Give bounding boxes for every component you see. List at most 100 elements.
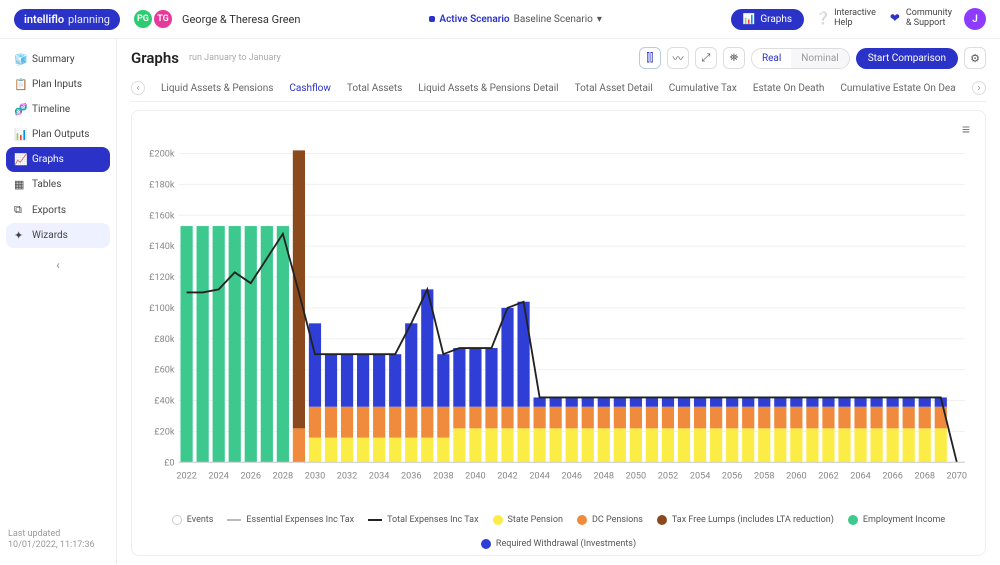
topbar: intelliflo planning PG TG George & There… bbox=[0, 0, 1000, 39]
svg-text:2046: 2046 bbox=[561, 472, 582, 482]
nav-icon: 🧊 bbox=[14, 53, 26, 66]
sidebar-item-exports[interactable]: ⧉Exports bbox=[6, 197, 110, 223]
svg-text:2032: 2032 bbox=[337, 472, 358, 482]
svg-text:2040: 2040 bbox=[465, 472, 486, 482]
svg-text:2064: 2064 bbox=[850, 472, 871, 482]
chart-legend: Events Essential Expenses Inc Tax Total … bbox=[142, 509, 975, 549]
nav-icon: ▦ bbox=[14, 178, 26, 191]
svg-text:2060: 2060 bbox=[786, 472, 807, 482]
tab-liquid-assets-pensions[interactable]: Liquid Assets & Pensions bbox=[161, 83, 273, 94]
sidebar-item-timeline[interactable]: 🧬Timeline bbox=[6, 97, 110, 122]
tab-cashflow[interactable]: Cashflow bbox=[289, 83, 331, 94]
graph-tabs: ‹ Liquid Assets & Pensions Cashflow Total … bbox=[131, 75, 986, 102]
legend-req-withdrawal[interactable]: Required Withdrawal (Investments) bbox=[481, 539, 636, 549]
nav-label: Summary bbox=[32, 54, 75, 65]
client-chip-2[interactable]: TG bbox=[154, 10, 172, 28]
tab-cumulative-estate-on-death[interactable]: Cumulative Estate On Death bbox=[840, 83, 956, 94]
sidebar-item-plan-outputs[interactable]: 📊Plan Outputs bbox=[6, 122, 110, 147]
svg-text:2042: 2042 bbox=[497, 472, 518, 482]
toggle-real[interactable]: Real bbox=[752, 49, 791, 68]
nav-icon: 🧬 bbox=[14, 103, 26, 116]
sidebar-collapse[interactable]: ‹ bbox=[6, 258, 110, 272]
heart-icon: ❤ bbox=[888, 12, 902, 26]
sidebar-item-tables[interactable]: ▦Tables bbox=[6, 172, 110, 197]
tab-total-assets[interactable]: Total Assets bbox=[347, 83, 402, 94]
svg-text:2036: 2036 bbox=[401, 472, 422, 482]
svg-text:£160k: £160k bbox=[149, 211, 175, 221]
events-swatch bbox=[172, 515, 182, 525]
employment-swatch bbox=[848, 515, 858, 525]
brand-logo[interactable]: intelliflo planning bbox=[14, 9, 120, 30]
svg-text:£180k: £180k bbox=[149, 180, 175, 190]
tab-liquid-assets-pensions-detail[interactable]: Liquid Assets & Pensions Detail bbox=[418, 83, 558, 94]
tabs-scroll-right[interactable]: › bbox=[972, 81, 986, 95]
real-nominal-toggle[interactable]: Real Nominal bbox=[751, 48, 850, 69]
svg-text:£200k: £200k bbox=[149, 150, 175, 160]
toggle-nominal[interactable]: Nominal bbox=[791, 49, 848, 68]
nav-label: Wizards bbox=[32, 230, 68, 241]
svg-text:2050: 2050 bbox=[626, 472, 647, 482]
svg-text:2062: 2062 bbox=[818, 472, 839, 482]
nav-icon: 📈 bbox=[14, 153, 26, 166]
help-icon: ❔ bbox=[816, 12, 830, 26]
svg-text:£20k: £20k bbox=[154, 427, 175, 437]
svg-text:2028: 2028 bbox=[273, 472, 294, 482]
sidebar-footer: Last updated 10/01/2022, 11:17:36 bbox=[6, 525, 110, 556]
community-label: Community & Support bbox=[906, 9, 952, 29]
tab-cumulative-tax[interactable]: Cumulative Tax bbox=[669, 83, 737, 94]
community-link[interactable]: ❤ Community & Support bbox=[888, 9, 952, 29]
sidebar-item-graphs[interactable]: 📈Graphs bbox=[6, 147, 110, 172]
legend-employment[interactable]: Employment Income bbox=[848, 515, 945, 525]
chart-type-line[interactable]: 〰 bbox=[667, 47, 689, 69]
chart-card: ≡ £0£20k£40k£60k£80k£100k£120k£140k£160k… bbox=[131, 110, 986, 556]
last-updated-label: Last updated bbox=[8, 529, 108, 541]
sidebar-item-summary[interactable]: 🧊 Summary bbox=[6, 47, 110, 72]
start-comparison-label: Start Comparison bbox=[868, 53, 946, 64]
chart-menu-icon[interactable]: ≡ bbox=[962, 121, 971, 138]
graphs-button-label: Graphs bbox=[760, 14, 792, 25]
scenario-label: Active Scenario bbox=[439, 14, 509, 25]
user-avatar[interactable]: J bbox=[964, 8, 986, 30]
legend-tax-free[interactable]: Tax Free Lumps (includes LTA reduction) bbox=[657, 515, 834, 525]
gear-icon[interactable]: ⚙ bbox=[964, 47, 986, 69]
graphs-button[interactable]: 📊 Graphs bbox=[731, 9, 804, 30]
settings-icon[interactable]: ⛯ bbox=[723, 47, 745, 69]
svg-text:2068: 2068 bbox=[914, 472, 935, 482]
interactive-help-link[interactable]: ❔ Interactive Help bbox=[816, 9, 876, 29]
legend-total-exp[interactable]: Total Expenses Inc Tax bbox=[368, 515, 478, 525]
legend-essential[interactable]: Essential Expenses Inc Tax bbox=[227, 515, 354, 525]
legend-events[interactable]: Events bbox=[172, 515, 214, 525]
sidebar-item-wizards[interactable]: ✦Wizards bbox=[6, 223, 110, 248]
last-updated-time: 10/01/2022, 11:17:36 bbox=[8, 540, 108, 552]
tabs-scroll-left[interactable]: ‹ bbox=[131, 81, 145, 95]
tab-total-asset-detail[interactable]: Total Asset Detail bbox=[575, 83, 653, 94]
nav-label: Plan Outputs bbox=[32, 129, 89, 140]
page-title: Graphs bbox=[131, 49, 179, 67]
nav-label: Exports bbox=[32, 205, 66, 216]
chart-type-bar[interactable]: ⫿⫿ bbox=[639, 47, 661, 69]
svg-text:2056: 2056 bbox=[722, 472, 743, 482]
cashflow-chart: £0£20k£40k£60k£80k£100k£120k£140k£160k£1… bbox=[142, 121, 975, 509]
chevron-down-icon: ▾ bbox=[597, 14, 602, 25]
svg-text:2070: 2070 bbox=[947, 472, 968, 482]
legend-state-pension[interactable]: State Pension bbox=[493, 515, 563, 525]
sidebar-item-plan-inputs[interactable]: 📋Plan Inputs bbox=[6, 72, 110, 97]
start-comparison-button[interactable]: Start Comparison bbox=[856, 48, 958, 69]
svg-text:£0: £0 bbox=[164, 458, 174, 468]
scenario-icon bbox=[429, 16, 435, 22]
total-exp-swatch bbox=[368, 519, 382, 521]
svg-text:2022: 2022 bbox=[176, 472, 197, 482]
legend-dc-pensions[interactable]: DC Pensions bbox=[577, 515, 643, 525]
svg-text:£120k: £120k bbox=[149, 273, 175, 283]
svg-text:£100k: £100k bbox=[149, 304, 175, 314]
zoom-out-icon[interactable]: ⤢ bbox=[695, 47, 717, 69]
client-chip-1[interactable]: PG bbox=[134, 10, 152, 28]
help-label: Interactive Help bbox=[834, 9, 876, 29]
scenario-selector[interactable]: Active Scenario Baseline Scenario ▾ bbox=[429, 14, 601, 25]
sidebar: 🧊 Summary 📋Plan Inputs🧬Timeline📊Plan Outpu… bbox=[0, 39, 117, 564]
scenario-value: Baseline Scenario bbox=[514, 14, 593, 25]
nav-label: Plan Inputs bbox=[32, 79, 82, 90]
client-name: George & Theresa Green bbox=[182, 13, 300, 26]
svg-text:£80k: £80k bbox=[154, 335, 175, 345]
tab-estate-on-death[interactable]: Estate On Death bbox=[753, 83, 825, 94]
